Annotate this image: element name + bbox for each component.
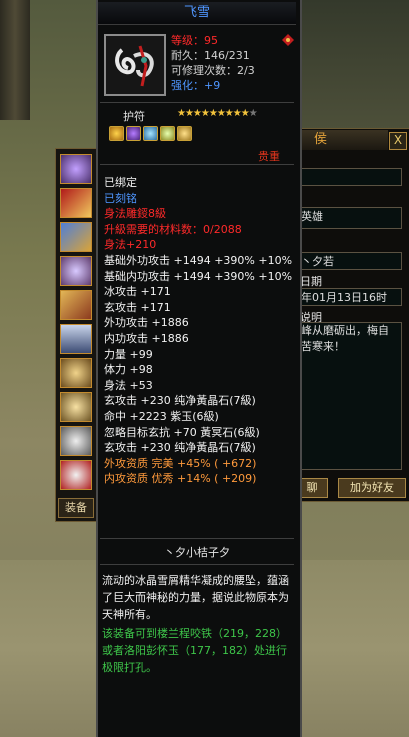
stat-line: 身法+210 bbox=[104, 238, 157, 252]
equip-slot-6[interactable] bbox=[60, 324, 92, 354]
equip-slot-8[interactable] bbox=[60, 392, 92, 422]
item-durability: 耐久：146/231 bbox=[171, 49, 250, 62]
item-description: 流动的冰晶雪屑精华凝成的腰坠，蕴涵了巨大而神秘的力量，据说此物原本为天神所有。 bbox=[102, 574, 289, 621]
date-label: 日期 bbox=[300, 275, 322, 288]
desc-field: 峰从磨砺出，梅自苦寒来！ bbox=[296, 322, 402, 470]
equip-slot-2[interactable] bbox=[60, 188, 92, 218]
gem-icon bbox=[109, 126, 124, 141]
item-repair-count: 可修理次数：2/3 bbox=[171, 64, 255, 77]
stat-line: 身法雕鋄8級 bbox=[104, 207, 166, 221]
equip-slot-3[interactable] bbox=[60, 222, 92, 252]
seal-icon bbox=[282, 34, 294, 46]
item-portrait bbox=[104, 34, 166, 96]
equip-slot-4[interactable] bbox=[60, 256, 92, 286]
stat-line: 升級需要的材料数：0/2088 bbox=[104, 222, 242, 236]
char-title-field: 丶夕若 bbox=[296, 252, 402, 270]
stat-line: 玄攻击 +230 纯净黃晶石(7級) bbox=[104, 394, 256, 408]
rating-stars: ★★★★★★★★★★ bbox=[177, 108, 258, 119]
stat-line: 外攻资质 完美 +45% ( +672) bbox=[104, 456, 257, 470]
engraved-signature: 丶夕小桔子夕 bbox=[164, 546, 230, 559]
equip-slot-7[interactable] bbox=[60, 358, 92, 388]
character-window-title: 侯 bbox=[292, 130, 388, 150]
stat-line: 已绑定 bbox=[104, 176, 137, 189]
stat-line: 基础内功攻击 +1494 +390% +10% bbox=[104, 269, 293, 283]
stat-line: 内攻资质 优秀 +14% ( +209) bbox=[104, 472, 257, 486]
stat-line: 身法 +53 bbox=[104, 378, 153, 392]
item-enhance: 强化：+9 bbox=[171, 79, 221, 92]
item-level: 等级：95 bbox=[171, 34, 218, 47]
waist-pendant-icon bbox=[106, 36, 164, 94]
stat-line: 体力 +98 bbox=[104, 363, 153, 377]
divider bbox=[100, 564, 294, 565]
divider bbox=[100, 538, 294, 539]
item-grade: 贵重 bbox=[258, 150, 280, 163]
background-pillar bbox=[0, 0, 30, 120]
add-friend-button[interactable]: 加为好友 bbox=[338, 478, 406, 498]
stat-line: 玄攻击 +230 纯净黃晶石(7級) bbox=[104, 441, 256, 455]
stat-line: 玄攻击 +171 bbox=[104, 300, 171, 314]
stat-line: 忽略目标玄抗 +70 黃冥石(6級) bbox=[104, 425, 260, 439]
gem-icon bbox=[177, 126, 192, 141]
stat-line: 力量 +99 bbox=[104, 347, 153, 361]
date-field: 年01月13日16时 bbox=[296, 288, 402, 306]
item-location: 该装备可到楼兰程咬铁（219，228）或者洛阳彭怀玉（177，182）处进行极限… bbox=[102, 627, 287, 674]
equip-slot-5[interactable] bbox=[60, 290, 92, 320]
equip-slot-10[interactable] bbox=[60, 460, 92, 490]
gem-icon bbox=[126, 126, 141, 141]
divider bbox=[100, 102, 294, 103]
stat-line: 外功攻击 +1886 bbox=[104, 316, 189, 330]
stat-line: 冰攻击 +171 bbox=[104, 285, 171, 299]
equipment-tab[interactable]: 装备 bbox=[58, 498, 94, 518]
gem-icon bbox=[143, 126, 158, 141]
equip-slot-9[interactable] bbox=[60, 426, 92, 456]
divider bbox=[100, 164, 294, 165]
stat-line: 基础外功攻击 +1494 +390% +10% bbox=[104, 254, 293, 267]
stat-line: 内功攻击 +1886 bbox=[104, 332, 189, 345]
stat-line: 已刻铭 bbox=[104, 191, 137, 205]
stat-line: 命中 +2223 紫玉(6級) bbox=[104, 410, 219, 423]
item-name: 飞雪 bbox=[183, 5, 210, 20]
equip-slot-1[interactable] bbox=[60, 154, 92, 184]
char-field-1 bbox=[296, 168, 402, 186]
amulet-label: 护符 bbox=[123, 110, 145, 123]
gem-icon bbox=[160, 126, 175, 141]
char-name-field: 英雄 bbox=[296, 207, 402, 229]
close-button[interactable]: X bbox=[389, 132, 407, 150]
